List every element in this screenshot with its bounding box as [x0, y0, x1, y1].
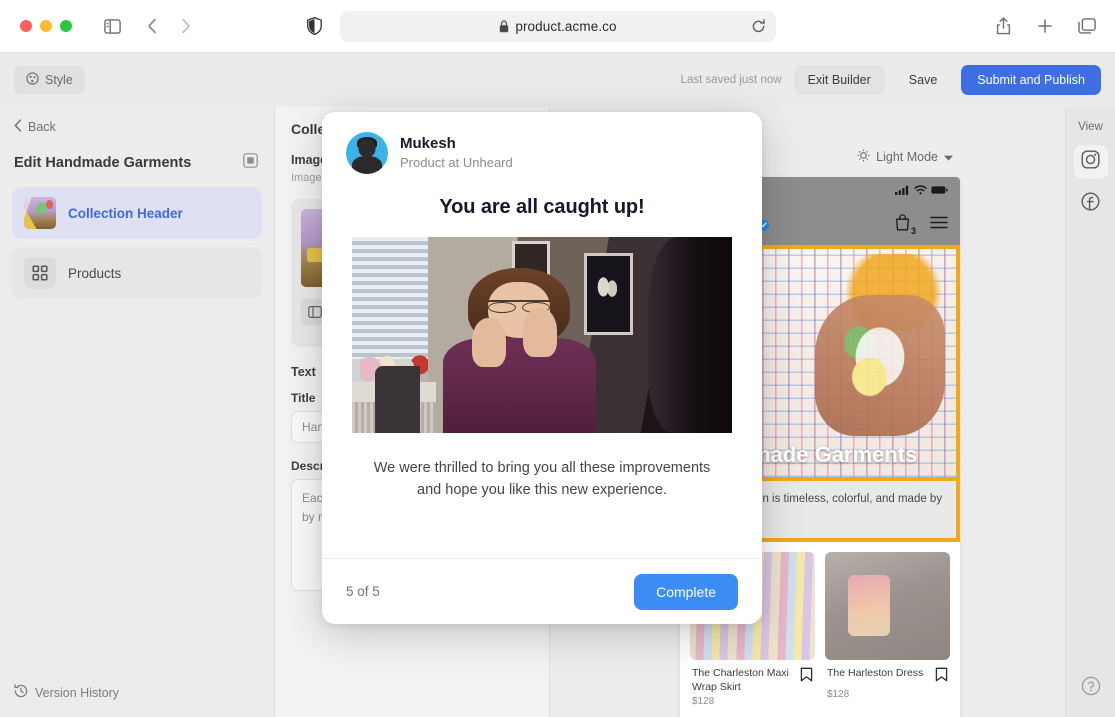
style-button-label: Style — [45, 73, 73, 87]
forward-icon[interactable] — [172, 13, 200, 39]
duplicate-icon[interactable] — [243, 153, 258, 173]
modal-author: Mukesh Product at Unheard — [322, 112, 762, 174]
sidebar-item-label: Collection Header — [68, 205, 183, 221]
avatar — [346, 132, 388, 174]
address-bar[interactable]: product.acme.co — [340, 10, 776, 42]
chrome-right-actions — [989, 13, 1101, 39]
sidebar-item-label: Products — [68, 265, 122, 281]
product-meta: The Harleston Dress — [825, 660, 950, 687]
view-label: View — [1078, 121, 1103, 133]
product-name: The Harleston Dress — [827, 666, 924, 679]
palette-icon — [26, 72, 39, 88]
modal-footer: 5 of 5 Complete — [322, 558, 762, 624]
instagram-view-button[interactable] — [1073, 145, 1108, 179]
bookmark-icon[interactable] — [800, 667, 813, 687]
save-button[interactable]: Save — [895, 65, 952, 95]
instagram-icon — [1081, 150, 1100, 174]
facebook-view-button[interactable] — [1074, 187, 1108, 221]
plus-icon[interactable] — [1031, 13, 1059, 39]
signal-icon — [895, 182, 910, 200]
builder-toolbar: Style Last saved just now Exit Builder S… — [0, 53, 1115, 107]
cart-count: 3 — [910, 226, 916, 236]
app-root: product.acme.co Style Last saved just no… — [0, 0, 1115, 717]
light-mode-label: Light Mode — [876, 150, 938, 164]
reload-icon[interactable] — [751, 18, 766, 34]
version-history-label: Version History — [35, 685, 120, 700]
tab-overview-icon[interactable] — [1073, 13, 1101, 39]
right-rail: View — [1065, 107, 1115, 717]
shopping-bag-icon — [895, 214, 910, 236]
product-image — [825, 551, 950, 660]
shield-icon[interactable] — [300, 13, 328, 39]
shopping-bag-button[interactable]: 3 — [895, 214, 916, 236]
chevron-down-icon — [944, 150, 953, 164]
share-icon[interactable] — [989, 13, 1017, 39]
author-text: Mukesh Product at Unheard — [400, 134, 513, 172]
browser-chrome: product.acme.co — [0, 0, 1115, 53]
step-counter: 5 of 5 — [346, 584, 380, 599]
author-role: Product at Unheard — [400, 155, 513, 171]
collection-thumbnail-icon — [24, 197, 56, 229]
back-icon[interactable] — [138, 13, 166, 39]
wifi-icon — [914, 182, 927, 200]
navigation-arrows — [138, 13, 200, 39]
submit-and-publish-button[interactable]: Submit and Publish — [961, 65, 1101, 95]
product-meta: The Charleston Maxi Wrap Skirt — [690, 660, 815, 694]
facebook-icon — [1081, 192, 1100, 216]
exit-builder-button[interactable]: Exit Builder — [793, 65, 885, 95]
minimize-window-button[interactable] — [40, 20, 52, 32]
complete-button[interactable]: Complete — [634, 573, 738, 610]
modal-heading: You are all caught up! — [439, 196, 645, 218]
product-price: $128 — [692, 695, 715, 707]
sidebar-toggle-icon[interactable] — [98, 13, 126, 39]
toolbar-actions: Last saved just now Exit Builder Save Su… — [681, 65, 1101, 95]
author-name: Mukesh — [400, 134, 456, 152]
sidebar-item-collection-header[interactable]: Collection Header — [12, 187, 262, 239]
onboarding-modal: Mukesh Product at Unheard You are all ca… — [322, 112, 762, 624]
light-mode-selector[interactable]: Light Mode — [857, 149, 953, 165]
close-window-button[interactable] — [20, 20, 32, 32]
product-card[interactable]: The Harleston Dress $128 — [825, 551, 950, 707]
history-icon — [14, 684, 28, 701]
lock-icon — [499, 19, 509, 33]
save-status-text: Last saved just now — [680, 74, 782, 86]
product-name: The Charleston Maxi Wrap Skirt — [692, 666, 789, 693]
battery-icon — [931, 182, 948, 200]
sidebar-back-button[interactable]: Back — [0, 107, 274, 135]
left-sidebar: Back Edit Handmade Garments Collection H… — [0, 107, 275, 717]
sidebar-title-row: Edit Handmade Garments — [0, 135, 274, 173]
sidebar-back-label: Back — [28, 120, 56, 134]
product-price: $128 — [827, 688, 850, 700]
maximize-window-button[interactable] — [60, 20, 72, 32]
bookmark-icon[interactable] — [935, 667, 948, 687]
modal-body-text: We were thrilled to bring you all these … — [373, 460, 711, 499]
url-text: product.acme.co — [515, 18, 617, 34]
sidebar-item-products[interactable]: Products — [12, 247, 262, 299]
modal-gif-image — [352, 237, 732, 433]
help-circle-icon[interactable] — [1081, 676, 1101, 701]
sun-icon — [857, 149, 870, 165]
hamburger-menu-icon[interactable] — [930, 216, 948, 234]
grid-icon — [24, 257, 56, 289]
window-traffic-lights — [20, 20, 72, 32]
page-title: Edit Handmade Garments — [14, 155, 192, 171]
style-button[interactable]: Style — [14, 66, 85, 94]
chevron-left-icon — [14, 119, 22, 135]
version-history-button[interactable]: Version History — [14, 684, 119, 701]
phone-nav-actions: 3 — [895, 214, 948, 236]
sidebar-item-list: Collection Header Products — [0, 173, 274, 299]
